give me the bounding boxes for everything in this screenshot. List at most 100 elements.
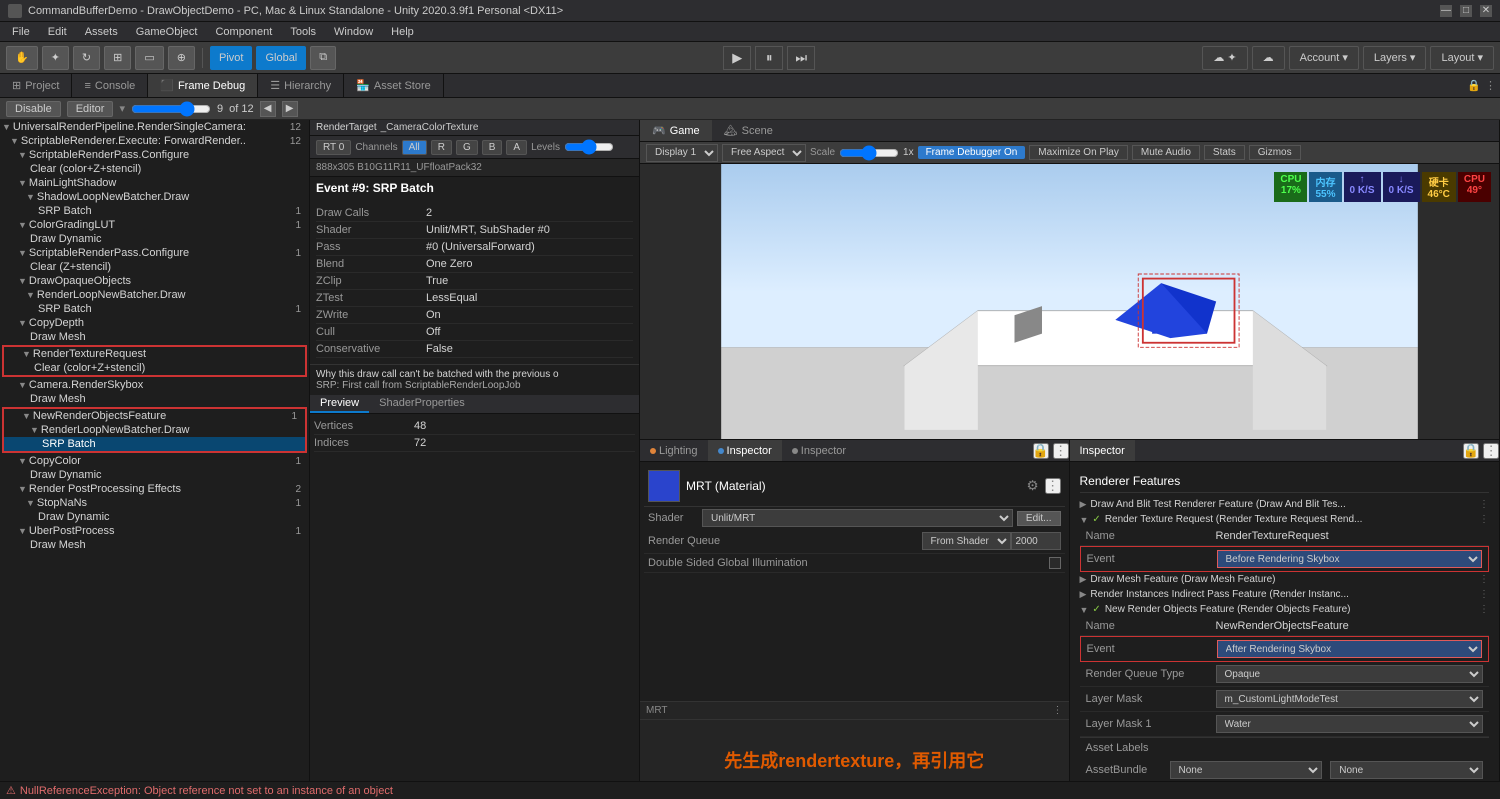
tree-item-drawdyn2[interactable]: Draw Dynamic: [0, 468, 309, 482]
feature-render-texture[interactable]: ▼ ✓ Render Texture Request (Render Textu…: [1080, 512, 1490, 527]
tab-frame-debug[interactable]: ⬛ Frame Debug: [148, 74, 258, 97]
event2-field-select[interactable]: After Rendering Skybox: [1217, 640, 1483, 658]
tree-item-shadowloop[interactable]: ▼ ShadowLoopNewBatcher.Draw: [0, 190, 309, 204]
feature-draw-mesh[interactable]: ▶ Draw Mesh Feature (Draw Mesh Feature) …: [1080, 572, 1490, 587]
tree-item-renderloop1[interactable]: ▼ RenderLoopNewBatcher.Draw: [0, 288, 309, 302]
a-channel-button[interactable]: A: [506, 140, 527, 155]
shader-properties-tab[interactable]: ShaderProperties: [369, 395, 475, 413]
layers-button[interactable]: Layers ▾: [1363, 46, 1427, 70]
global-button[interactable]: Global: [256, 46, 306, 70]
tab-asset-store[interactable]: 🏪 Asset Store: [344, 74, 444, 97]
step-button[interactable]: ⏭: [787, 46, 815, 70]
feature-more[interactable]: ⋮: [1479, 499, 1489, 510]
tree-item-mainlight[interactable]: ▼ MainLightShadow: [0, 176, 309, 190]
mute-audio-button[interactable]: Mute Audio: [1132, 145, 1200, 160]
feature-more[interactable]: ⋮: [1479, 574, 1489, 585]
next-frame-button[interactable]: ▶: [282, 101, 298, 117]
menu-file[interactable]: File: [4, 25, 38, 39]
tab-project[interactable]: ⊞ Project: [0, 74, 72, 97]
tree-item-uberpost[interactable]: ▼ UberPostProcess 1: [0, 524, 309, 538]
display-select[interactable]: Display 1: [646, 144, 718, 162]
g-channel-button[interactable]: G: [456, 140, 478, 155]
layer-mask1-select[interactable]: Water: [1216, 715, 1484, 733]
double-sided-checkbox[interactable]: [1049, 557, 1061, 569]
menu-tools[interactable]: Tools: [282, 25, 324, 39]
prev-frame-button[interactable]: ◀: [260, 101, 276, 117]
tree-item-srpbatch1[interactable]: SRP Batch 1: [0, 204, 309, 218]
scale-slider[interactable]: [839, 145, 899, 161]
minimize-button[interactable]: —: [1440, 5, 1452, 17]
material-more-button[interactable]: ⋮: [1045, 478, 1061, 494]
r-channel-button[interactable]: R: [431, 140, 452, 155]
pivot-button[interactable]: Pivot: [210, 46, 252, 70]
event-field-select[interactable]: Before Rendering Skybox: [1217, 550, 1483, 568]
tree-item-skybox[interactable]: ▼ Camera.RenderSkybox: [0, 378, 309, 392]
tree-item-rtrequest[interactable]: ▼ RenderTextureRequest: [4, 347, 305, 361]
tree-item-srpbatch2[interactable]: SRP Batch 1: [0, 302, 309, 316]
snap-button[interactable]: ⧉: [310, 46, 336, 70]
cloud-button[interactable]: ☁: [1252, 46, 1285, 70]
aspect-select[interactable]: Free Aspect: [722, 144, 806, 162]
feature-render-instances[interactable]: ▶ Render Instances Indirect Pass Feature…: [1080, 587, 1490, 602]
tree-item-drawopaques[interactable]: ▼ DrawOpaqueObjects: [0, 274, 309, 288]
right-inspector-lock-button[interactable]: 🔒: [1463, 443, 1479, 459]
tree-item-postfx[interactable]: ▼ Render PostProcessing Effects 2: [0, 482, 309, 496]
move-tool-button[interactable]: ✦: [42, 46, 69, 70]
rt0-button[interactable]: RT 0: [316, 140, 351, 155]
pause-button[interactable]: ⏸: [755, 46, 783, 70]
feature-more[interactable]: ⋮: [1479, 589, 1489, 600]
scene-tab[interactable]: 🏔 Scene: [712, 120, 785, 141]
game-tab[interactable]: 🎮 Game: [640, 120, 712, 141]
feature-new-render-objects[interactable]: ▼ ✓ New Render Objects Feature (Render O…: [1080, 602, 1490, 617]
frame-debugger-button[interactable]: Frame Debugger On: [918, 146, 1026, 159]
tree-item-drawmesh2[interactable]: Draw Mesh: [0, 392, 309, 406]
transform-tool-button[interactable]: ⊕: [168, 46, 195, 70]
rotate-tool-button[interactable]: ↻: [73, 46, 100, 70]
menu-edit[interactable]: Edit: [40, 25, 75, 39]
menu-gameobject[interactable]: GameObject: [128, 25, 206, 39]
maximize-button[interactable]: Maximize On Play: [1029, 145, 1128, 160]
collab-button[interactable]: ☁ ✦: [1202, 46, 1247, 70]
scale-tool-button[interactable]: ⊞: [104, 46, 131, 70]
tree-item-clearcz[interactable]: Clear (color+Z+stencil): [4, 361, 305, 375]
preview-tab[interactable]: Preview: [310, 395, 369, 413]
close-button[interactable]: ✕: [1480, 5, 1492, 17]
render-queue-input[interactable]: [1011, 532, 1061, 550]
feature-more[interactable]: ⋮: [1479, 604, 1489, 615]
stats-button[interactable]: Stats: [1204, 145, 1245, 160]
feature-more[interactable]: ⋮: [1479, 514, 1489, 525]
tree-item-stopnan[interactable]: ▼ StopNaNs 1: [0, 496, 309, 510]
tab-lock-button[interactable]: 🔒: [1467, 79, 1481, 92]
right-inspector-more-button[interactable]: ⋮: [1483, 443, 1499, 459]
render-queue-select[interactable]: From Shader: [922, 532, 1011, 550]
assetbundle-select-2[interactable]: None: [1330, 761, 1483, 779]
tree-item-drawdyn1[interactable]: Draw Dynamic: [0, 232, 309, 246]
rq-type-select[interactable]: Opaque: [1216, 665, 1484, 683]
layout-button[interactable]: Layout ▾: [1430, 46, 1494, 70]
tree-item-urp[interactable]: ▼ UniversalRenderPipeline.RenderSingleCa…: [0, 120, 309, 134]
layer-mask-select[interactable]: m_CustomLightModeTest: [1216, 690, 1484, 708]
frame-slider[interactable]: [131, 101, 211, 117]
levels-slider[interactable]: [564, 139, 614, 155]
inspector-lock-button[interactable]: 🔒: [1033, 443, 1049, 459]
disable-button[interactable]: Disable: [6, 101, 61, 117]
tree-item-copydepth[interactable]: ▼ CopyDepth: [0, 316, 309, 330]
menu-window[interactable]: Window: [326, 25, 381, 39]
b-channel-button[interactable]: B: [482, 140, 503, 155]
all-channel-button[interactable]: All: [402, 140, 427, 155]
tree-item-execute[interactable]: ▼ ScriptableRenderer.Execute: ForwardRen…: [0, 134, 309, 148]
tree-item-srpbatch3[interactable]: SRP Batch: [4, 437, 305, 451]
menu-help[interactable]: Help: [383, 25, 422, 39]
tree-item-colorlut[interactable]: ▼ ColorGradingLUT 1: [0, 218, 309, 232]
tab-hierarchy[interactable]: ☰ Hierarchy: [258, 74, 344, 97]
editor-button[interactable]: Editor: [67, 101, 114, 117]
lighting-tab[interactable]: Lighting: [640, 440, 708, 461]
rect-tool-button[interactable]: ▭: [135, 46, 163, 70]
inspector-tab-1[interactable]: Inspector: [708, 440, 782, 461]
shader-edit-button[interactable]: Edit...: [1017, 511, 1061, 526]
inspector-tab-2[interactable]: Inspector: [782, 440, 856, 461]
tree-item-copycolor[interactable]: ▼ CopyColor 1: [0, 454, 309, 468]
assetbundle-select-1[interactable]: None: [1170, 761, 1323, 779]
tree-item-drawmesh1[interactable]: Draw Mesh: [0, 330, 309, 344]
tree-item-newrender[interactable]: ▼ NewRenderObjectsFeature 1: [4, 409, 305, 423]
